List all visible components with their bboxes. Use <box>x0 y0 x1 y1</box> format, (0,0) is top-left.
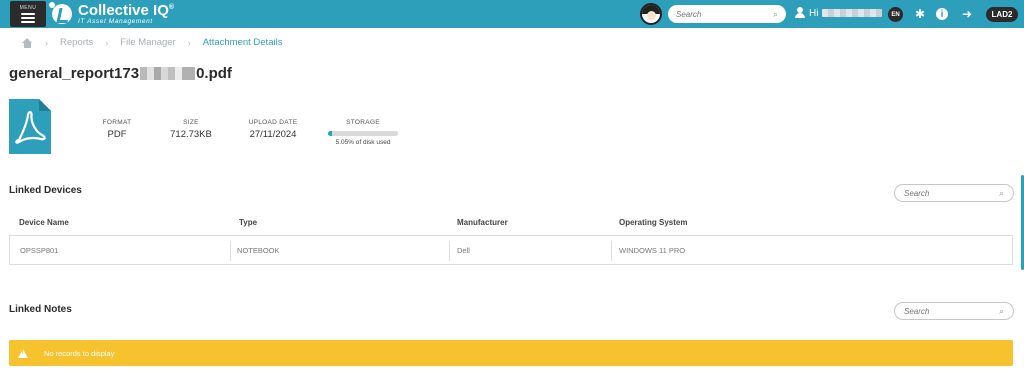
search-icon[interactable]: ⌕ <box>999 188 1004 199</box>
column-header-device-name[interactable]: Device Name <box>19 218 69 227</box>
greeting-text: Hi <box>809 7 819 19</box>
logo-mark-icon <box>49 2 72 24</box>
avatar[interactable] <box>640 3 662 25</box>
brand-logo[interactable]: Collective IQ® IT Asset Management <box>49 1 175 26</box>
table-row[interactable]: OPSSP801 NOTEBOOK Dell WINDOWS 11 PRO <box>9 235 1013 265</box>
column-header-type[interactable]: Type <box>239 218 257 227</box>
storage-progress-bar <box>328 131 398 136</box>
devices-table-header: Device Name Type Manufacturer Operating … <box>9 218 1013 234</box>
device-name-cell[interactable]: OPSSP801 <box>20 246 58 255</box>
breadcrumb-file-manager[interactable]: File Manager <box>120 37 175 48</box>
search-icon[interactable]: ⌕ <box>999 306 1004 317</box>
linked-devices-title: Linked Devices <box>9 185 82 196</box>
page-title: general_report173 0.pdf <box>9 65 232 82</box>
language-switch[interactable]: EN <box>888 7 903 22</box>
menu-label: MENU <box>19 5 37 11</box>
size-label: SIZE <box>183 119 199 126</box>
breadcrumb-attachment-details: Attachment Details <box>202 37 283 48</box>
no-records-alert: No records to display <box>9 340 1013 366</box>
chevron-right-icon: › <box>45 37 48 48</box>
hamburger-icon <box>21 13 35 23</box>
global-search[interactable]: ⌕ <box>668 5 786 23</box>
size-value: 712.73KB <box>170 129 212 140</box>
linked-notes-search-input[interactable] <box>904 306 984 316</box>
format-value: PDF <box>107 129 127 140</box>
storage-progress-fill <box>328 131 332 136</box>
operating-system-cell: WINDOWS 11 PRO <box>619 246 686 255</box>
global-search-input[interactable] <box>676 9 766 19</box>
linked-notes-search[interactable]: ⌕ <box>894 302 1014 320</box>
linked-devices-search[interactable]: ⌕ <box>894 184 1014 202</box>
pdf-file-icon <box>9 99 51 154</box>
column-header-manufacturer[interactable]: Manufacturer <box>457 218 508 227</box>
info-icon[interactable]: i <box>936 8 948 20</box>
column-header-operating-system[interactable]: Operating System <box>619 218 687 227</box>
storage-info: STORAGE 5.05% of disk used <box>328 119 398 146</box>
user-icon <box>795 7 805 19</box>
storage-label: STORAGE <box>346 119 380 126</box>
upload-date-value: 27/11/2024 <box>249 129 297 140</box>
manufacturer-cell: Dell <box>457 246 470 255</box>
breadcrumb: › Reports › File Manager › Attachment De… <box>22 37 282 48</box>
redacted-username <box>822 9 883 17</box>
format-label: FORMAT <box>102 119 132 126</box>
brand-subtitle: IT Asset Management <box>78 17 153 25</box>
brand-title: Collective IQ <box>78 1 169 19</box>
storage-note: 5.05% of disk used <box>335 139 391 146</box>
user-greeting[interactable]: Hi <box>795 7 883 19</box>
search-icon[interactable]: ⌕ <box>773 9 778 20</box>
trademark-mark: ® <box>168 3 175 11</box>
logout-icon[interactable]: ➜ <box>960 7 974 21</box>
linked-devices-search-input[interactable] <box>904 188 984 198</box>
upload-date-info: UPLOAD DATE 27/11/2024 <box>240 119 306 140</box>
size-info: SIZE 712.73KB <box>163 119 219 140</box>
chevron-right-icon: › <box>187 37 191 48</box>
no-records-message: No records to display <box>44 348 115 358</box>
top-navigation-bar: MENU Collective IQ® IT Asset Management … <box>0 0 1024 28</box>
breadcrumb-reports[interactable]: Reports <box>60 37 93 48</box>
upload-date-label: UPLOAD DATE <box>248 119 298 126</box>
format-info: FORMAT PDF <box>96 119 138 140</box>
gear-icon[interactable]: ✱ <box>913 7 927 21</box>
file-name-prefix: general_report173 <box>9 65 140 82</box>
file-name-suffix: 0.pdf <box>196 65 232 82</box>
redacted-file-name-part <box>140 67 196 80</box>
linked-notes-title: Linked Notes <box>9 304 72 315</box>
menu-button[interactable]: MENU <box>10 1 46 27</box>
warning-icon <box>18 348 28 358</box>
type-cell: NOTEBOOK <box>237 246 280 255</box>
home-icon[interactable] <box>22 37 33 48</box>
tenant-badge[interactable]: LAD2 <box>986 7 1018 22</box>
chevron-right-icon: › <box>105 37 109 48</box>
